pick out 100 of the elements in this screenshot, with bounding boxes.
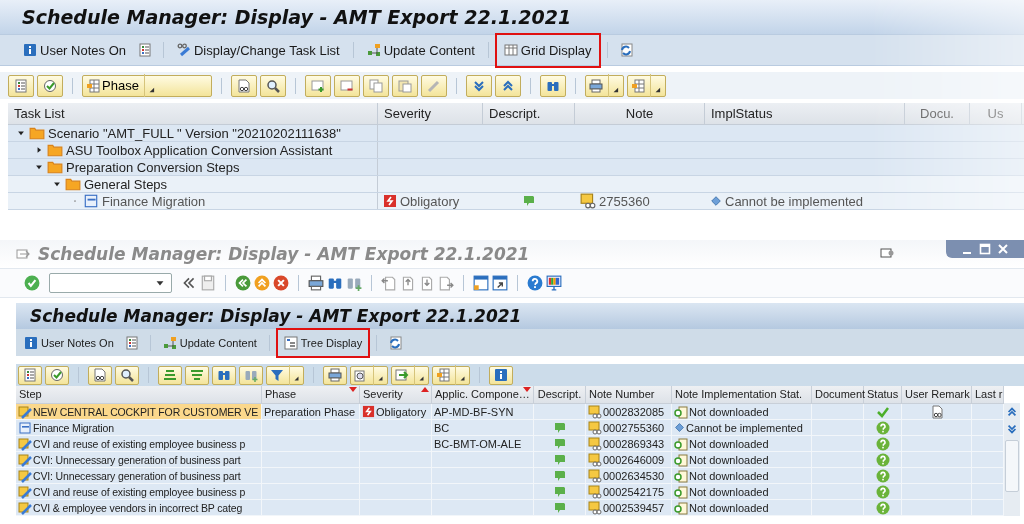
note-number[interactable]: 0002539457 xyxy=(603,501,665,514)
print-icon[interactable] xyxy=(308,275,324,291)
scrollbar[interactable] xyxy=(1004,403,1020,516)
speech-bubble-icon[interactable] xyxy=(552,484,567,499)
new-session-icon[interactable] xyxy=(473,275,489,291)
last-page-icon[interactable] xyxy=(438,275,454,291)
enter-icon[interactable] xyxy=(24,275,40,291)
cancel-icon[interactable] xyxy=(273,275,289,291)
column-header[interactable]: Docu. xyxy=(905,103,970,124)
check-button[interactable] xyxy=(37,74,63,97)
column-header[interactable]: Phase xyxy=(262,386,360,403)
customize-icon[interactable] xyxy=(880,246,894,260)
previous-page-icon[interactable] xyxy=(400,275,416,291)
export-button[interactable] xyxy=(350,365,388,385)
scroll-down-icon[interactable] xyxy=(1006,423,1018,435)
detail-view-button[interactable] xyxy=(231,74,257,97)
back-icon[interactable] xyxy=(235,275,251,291)
details-button[interactable] xyxy=(8,74,34,97)
speech-bubble-icon[interactable] xyxy=(552,436,567,451)
speech-bubble-icon[interactable] xyxy=(552,420,567,435)
column-header[interactable]: Note Implementation Stat. xyxy=(672,386,812,403)
zoom-button[interactable] xyxy=(115,365,139,385)
expand-all-button[interactable] xyxy=(466,74,492,97)
note-number[interactable]: 0002542175 xyxy=(603,485,665,498)
note-number[interactable]: 0002755360 xyxy=(603,421,665,434)
print-button[interactable] xyxy=(323,365,347,385)
detail-view-button[interactable] xyxy=(88,365,112,385)
document-glasses-icon[interactable] xyxy=(929,404,944,419)
collapse-all-button[interactable] xyxy=(495,74,521,97)
monitor-icon[interactable] xyxy=(546,275,562,291)
toolbar-button[interactable]: Tree Display xyxy=(275,327,371,358)
step-cell[interactable]: CVI & employee vendors in incorrect BP categ xyxy=(16,500,262,515)
sort-ascending-button[interactable] xyxy=(158,365,182,385)
toolbar-button[interactable]: Update Content xyxy=(156,328,263,357)
column-header[interactable]: Step xyxy=(16,386,262,403)
note-number[interactable]: 0002634530 xyxy=(603,469,665,482)
details-button[interactable] xyxy=(18,365,42,385)
command-field[interactable] xyxy=(49,273,172,293)
layout-button[interactable] xyxy=(432,365,470,385)
back-chevrons-icon[interactable] xyxy=(181,275,197,291)
column-header[interactable]: User Remark xyxy=(902,386,972,403)
scroll-up-icon[interactable] xyxy=(1006,406,1018,418)
find-button[interactable] xyxy=(212,365,236,385)
info-button[interactable] xyxy=(489,365,513,385)
column-header[interactable]: Descript. xyxy=(534,386,586,403)
toolbar-button[interactable]: User Notes On xyxy=(16,34,133,66)
sort-descending-button[interactable] xyxy=(185,365,209,385)
toolbar-button[interactable]: Grid Display xyxy=(494,32,601,68)
find-next-button[interactable] xyxy=(239,365,263,385)
toolbar-button[interactable]: Display/Change Task List xyxy=(170,34,347,66)
help-icon[interactable] xyxy=(527,275,543,291)
tree-node[interactable]: Preparation Conversion Steps xyxy=(66,159,240,175)
step-cell[interactable]: CVI and reuse of existing employee business p xyxy=(16,436,262,451)
step-cell[interactable]: CVI and reuse of existing employee business p xyxy=(16,484,262,499)
note-number[interactable]: 0002832085 xyxy=(603,405,665,418)
column-header[interactable]: Severity xyxy=(360,386,432,403)
step-cell[interactable]: Finance Migration xyxy=(16,420,262,435)
edit-button[interactable] xyxy=(421,74,447,97)
maximize-icon[interactable] xyxy=(978,242,992,256)
zoom-button[interactable] xyxy=(260,74,286,97)
check-button[interactable] xyxy=(45,365,69,385)
column-header[interactable]: ImplStatus xyxy=(705,103,905,124)
step-cell[interactable]: CVI: Unnecessary generation of business part xyxy=(16,468,262,483)
note-number[interactable]: 0002869343 xyxy=(603,437,665,450)
column-header[interactable]: Applic. Compone… xyxy=(432,386,534,403)
column-header[interactable]: Document xyxy=(812,386,864,403)
next-page-icon[interactable] xyxy=(419,275,435,291)
first-page-icon[interactable] xyxy=(381,275,397,291)
tree-node[interactable]: Finance Migration xyxy=(102,193,206,209)
insert-row-button[interactable] xyxy=(305,74,331,97)
note-number[interactable]: 0002646009 xyxy=(603,453,665,466)
column-header[interactable]: Severity xyxy=(378,103,483,124)
phase-dropdown[interactable]: Phase xyxy=(82,74,212,97)
window-menu-icon[interactable] xyxy=(16,247,30,261)
column-header[interactable]: Last r xyxy=(972,386,1004,403)
delete-row-button[interactable] xyxy=(334,74,360,97)
toolbar-button[interactable]: Update Content xyxy=(359,34,482,66)
close-icon[interactable] xyxy=(996,242,1010,256)
find-button[interactable] xyxy=(540,74,566,97)
speech-bubble-icon[interactable] xyxy=(522,194,536,208)
column-header[interactable]: Task List xyxy=(8,103,378,124)
step-cell[interactable]: CVI: Unnecessary generation of business part xyxy=(16,452,262,467)
note-number[interactable]: 2755360 xyxy=(599,193,650,209)
print-button[interactable] xyxy=(585,74,624,97)
find-icon[interactable] xyxy=(327,275,343,291)
column-header[interactable]: Status xyxy=(864,386,902,403)
exit-icon[interactable] xyxy=(254,275,270,291)
tree-node[interactable]: General Steps xyxy=(84,176,168,192)
paste-button[interactable] xyxy=(392,74,418,97)
speech-bubble-icon[interactable] xyxy=(552,452,567,467)
shortcut-icon[interactable] xyxy=(492,275,508,291)
find-next-icon[interactable] xyxy=(346,275,362,291)
speech-bubble-icon[interactable] xyxy=(552,468,567,483)
column-header[interactable]: Note xyxy=(575,103,705,124)
export-file-button[interactable] xyxy=(391,365,429,385)
layout-button[interactable] xyxy=(627,74,666,97)
copy-button[interactable] xyxy=(363,74,389,97)
filter-button[interactable] xyxy=(266,365,304,385)
speech-bubble-icon[interactable] xyxy=(552,500,567,515)
column-header[interactable]: Note Number xyxy=(586,386,672,403)
